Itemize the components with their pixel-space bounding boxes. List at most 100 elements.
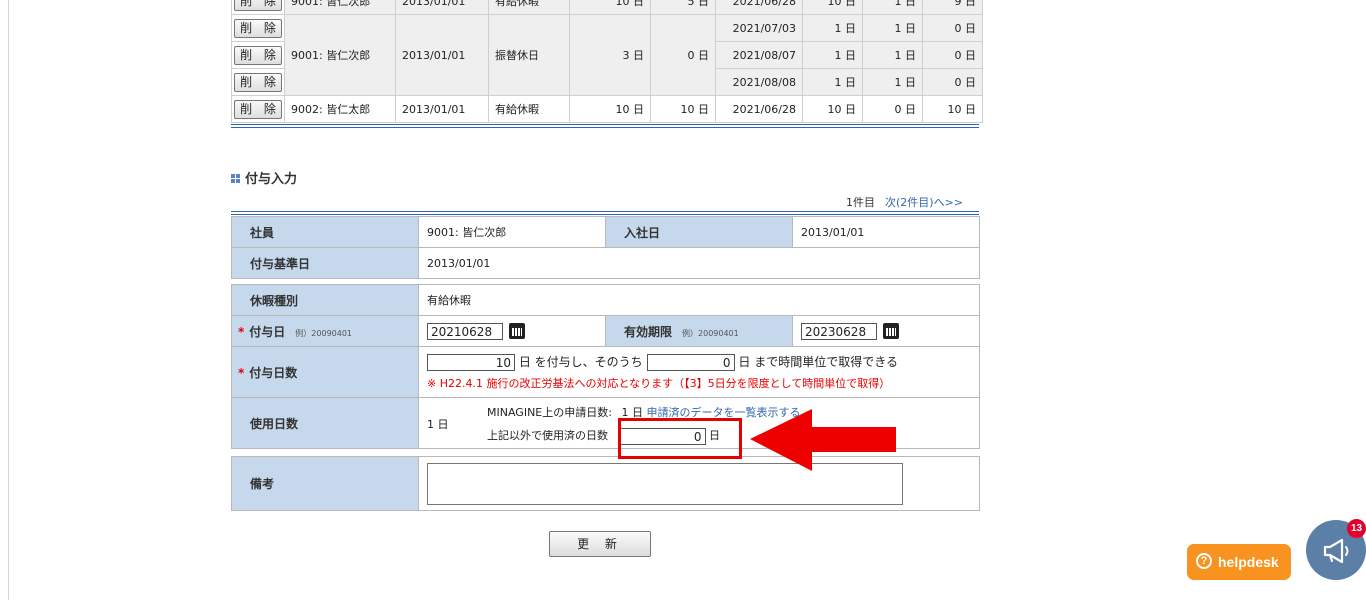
grant-date-cell: 2021/07/03 xyxy=(715,14,803,42)
employee-label: 社員 xyxy=(231,216,419,248)
days-cell: 10 日 xyxy=(569,95,651,123)
base-date-label: 付与基準日 xyxy=(231,247,419,279)
grant-date-label: * 付与日 例）20090401 xyxy=(231,315,419,347)
delete-button[interactable]: 削 除 xyxy=(234,72,282,92)
hourly-days-input[interactable]: 0 xyxy=(646,354,735,371)
employee-cell: 9001: 皆仁次郎 xyxy=(284,14,396,96)
divider xyxy=(231,211,979,212)
employee-info-table: 社員 9001: 皆仁次郎 入社日 2013/01/01 付与基準日 2013/… xyxy=(231,216,980,279)
pager-next-link[interactable]: 次(2件目)へ>> xyxy=(885,196,963,209)
expiry-cell: 20230628 xyxy=(792,315,980,347)
section-title: 付与入力 xyxy=(231,168,297,187)
num-cell: 0 日 xyxy=(922,68,983,96)
highlight-box xyxy=(618,418,742,459)
base-date-value: 2013/01/01 xyxy=(418,247,980,279)
leave-type-value: 有給休暇 xyxy=(418,284,980,316)
delete-button[interactable]: 削 除 xyxy=(234,45,282,65)
num-cell: 1 日 xyxy=(862,68,923,96)
divider xyxy=(231,127,979,128)
expiry-label-text: 有効期限 xyxy=(624,324,673,339)
section-title-text: 付与入力 xyxy=(245,172,298,187)
hire-date-cell: 2013/01/01 xyxy=(395,95,489,123)
other-used-label: 上記以外で使用済の日数 xyxy=(487,429,608,442)
pager-current: 1件目 xyxy=(846,196,875,209)
leave-type-cell: 有給休暇 xyxy=(488,0,570,15)
expiry-label: 有効期限 例）20090401 xyxy=(605,315,793,347)
red-arrow-icon xyxy=(750,409,896,471)
table-row: 削 除 9001: 皆仁次郎 2013/01/01 有給休暇 10 日 5 日 … xyxy=(231,0,983,15)
hire-date-cell: 2013/01/01 xyxy=(395,14,489,96)
employee-value: 9001: 皆仁次郎 xyxy=(418,216,606,248)
calendar-icon[interactable] xyxy=(883,323,899,339)
example-text: 例）20090401 xyxy=(682,328,739,338)
num-cell: 1 日 xyxy=(862,14,923,42)
grant-days-cell: 10 日 を付与し、そのうち 0 日 まで時間単位で取得できる ※ H22.4.… xyxy=(418,346,980,398)
num-cell: 0 日 xyxy=(922,14,983,42)
grid-icon xyxy=(231,174,241,184)
num-cell: 10 日 xyxy=(922,95,983,123)
days-cell: 3 日 xyxy=(569,14,651,96)
question-icon: ? xyxy=(1196,553,1212,569)
delete-button[interactable]: 削 除 xyxy=(234,18,282,38)
helpdesk-button[interactable]: ? helpdesk xyxy=(1187,544,1291,580)
grant-date-cell: 2021/08/07 xyxy=(715,41,803,69)
num-cell: 1 日 xyxy=(862,41,923,69)
grant-date-cell: 2021/08/08 xyxy=(715,68,803,96)
num-cell: 10 日 xyxy=(802,0,863,15)
leave-type-label: 休暇種別 xyxy=(231,284,419,316)
hire-date-value: 2013/01/01 xyxy=(792,216,980,248)
grant-days-label-text: 付与日数 xyxy=(249,365,298,380)
grant-date-input[interactable]: 20210628 xyxy=(427,322,503,340)
num-cell: 0 日 xyxy=(922,41,983,69)
divider xyxy=(231,124,979,125)
helpdesk-label: helpdesk xyxy=(1218,554,1279,570)
grant-date-cell: 2021/06/28 xyxy=(715,0,803,15)
remain-cell: 0 日 xyxy=(650,14,716,96)
notification-badge: 13 xyxy=(1347,519,1366,538)
hire-date-cell: 2013/01/01 xyxy=(395,0,489,15)
num-cell: 0 日 xyxy=(862,95,923,123)
remarks-label: 備考 xyxy=(231,456,419,511)
grant-date-label-text: 付与日 xyxy=(249,324,286,339)
employee-cell: 9001: 皆仁次郎 xyxy=(284,0,396,15)
days-cell: 10 日 xyxy=(569,0,651,15)
grant-date-cell: 2021/06/28 xyxy=(715,95,803,123)
grant-days-label: * 付与日数 xyxy=(231,346,419,398)
required-mark: * xyxy=(238,324,245,339)
num-cell: 1 日 xyxy=(802,14,863,42)
delete-button[interactable]: 削 除 xyxy=(234,99,282,119)
grant-text: を付与し、そのうち xyxy=(534,355,643,369)
hire-date-label: 入社日 xyxy=(605,216,793,248)
minagine-label: MINAGINE上の申請日数: xyxy=(487,406,612,419)
num-cell: 1 日 xyxy=(802,41,863,69)
leave-type-cell: 有給休暇 xyxy=(488,95,570,123)
used-days-value: 1 日 xyxy=(427,418,449,431)
remain-cell: 10 日 xyxy=(650,95,716,123)
num-cell: 1 日 xyxy=(862,0,923,15)
remain-cell: 5 日 xyxy=(650,0,716,15)
used-days-label: 使用日数 xyxy=(231,397,419,449)
grant-days-input[interactable]: 10 xyxy=(427,354,515,371)
divider xyxy=(231,214,979,215)
legal-note: ※ H22.4.1 施行の改正労基法への対応となります（【3】5日分を限度として… xyxy=(427,377,891,390)
table-row: 削 除 9002: 皆仁太郎 2013/01/01 有給休暇 10 日 10 日… xyxy=(231,95,983,123)
grant-date-cell: 20210628 xyxy=(418,315,606,347)
employee-cell: 9002: 皆仁太郎 xyxy=(284,95,396,123)
left-border xyxy=(8,0,9,600)
leave-type-cell: 振替休日 xyxy=(488,14,570,96)
days-unit: 日 xyxy=(738,355,751,369)
calendar-icon[interactable] xyxy=(509,323,525,339)
delete-button[interactable]: 削 除 xyxy=(234,0,282,11)
days-unit: 日 xyxy=(518,355,531,369)
table-row: 削 除 9001: 皆仁次郎 2013/01/01 振替休日 3 日 0 日 2… xyxy=(231,14,983,96)
hourly-text: まで時間単位で取得できる xyxy=(754,355,898,369)
update-button[interactable]: 更 新 xyxy=(549,531,651,557)
pager: 1件目 次(2件目)へ>> xyxy=(846,194,963,210)
required-mark: * xyxy=(238,365,245,380)
grant-list-table: 削 除 9001: 皆仁次郎 2013/01/01 有給休暇 10 日 5 日 … xyxy=(231,0,983,123)
expiry-date-input[interactable]: 20230628 xyxy=(801,322,877,340)
num-cell: 1 日 xyxy=(802,68,863,96)
example-text: 例）20090401 xyxy=(295,328,353,338)
num-cell: 9 日 xyxy=(922,0,983,15)
num-cell: 10 日 xyxy=(802,95,863,123)
